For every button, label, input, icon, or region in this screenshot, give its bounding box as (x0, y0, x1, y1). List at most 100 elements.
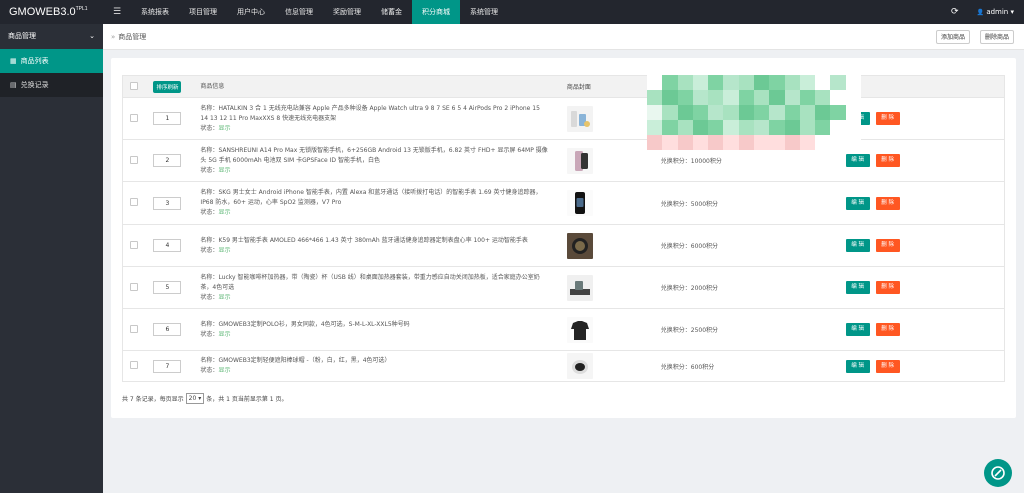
edit-button[interactable]: 编 辑 (845, 239, 870, 252)
sidebar-section-label: 商品管理 (8, 32, 36, 40)
sort-order-input[interactable]: 5 (153, 281, 182, 294)
select-all-checkbox[interactable] (129, 81, 138, 90)
delete-button[interactable]: 删 除 (875, 281, 900, 294)
mosaic-cell (662, 90, 678, 105)
refresh-icon[interactable]: ⟳ (951, 7, 959, 17)
goods-cover-image[interactable] (566, 147, 593, 174)
row-info-cell: 名称：SANSHREUNI A14 Pro Max 无锁版智能手机，6+256G… (190, 139, 556, 182)
delete-button[interactable]: 删 除 (875, 359, 900, 373)
floating-help-button[interactable] (984, 459, 1012, 487)
nav-item-projects[interactable]: 项目管理 (179, 0, 227, 24)
sort-order-input[interactable]: 2 (153, 154, 182, 167)
header-goods-cover: 商品封面 (555, 75, 631, 98)
row-cover-cell (555, 97, 631, 140)
edit-button[interactable]: 编 辑 (845, 281, 870, 294)
row-checkbox[interactable] (129, 113, 138, 122)
row-checkbox[interactable] (129, 155, 138, 164)
goods-cover-image[interactable] (566, 105, 593, 132)
goods-cover-image[interactable] (566, 190, 593, 216)
mosaic-cell (784, 135, 800, 150)
row-cover-cell (555, 266, 631, 309)
goods-name: 名称：SKG 男士女士 Android iPhone 智能手表，内置 Alexa… (200, 188, 547, 208)
edit-button[interactable]: 编 辑 (845, 359, 870, 373)
sort-order-input[interactable]: 7 (153, 359, 182, 373)
user-menu[interactable]: 👤 admin ▾ (977, 8, 1014, 16)
row-checkbox[interactable] (129, 282, 138, 291)
sort-order-input[interactable]: 1 (153, 112, 182, 125)
delete-button[interactable]: 删 除 (875, 112, 900, 125)
delete-button[interactable]: 删 除 (875, 154, 900, 167)
mosaic-cell (799, 120, 816, 135)
row-checkbox[interactable] (129, 198, 138, 206)
delete-button[interactable]: 删 除 (875, 239, 900, 252)
mosaic-cell (662, 105, 678, 120)
mosaic-cell (723, 105, 739, 120)
goods-cover-image[interactable] (566, 353, 593, 379)
sidebar-item-goods-list[interactable]: ▦ 商品列表 (0, 49, 103, 73)
mosaic-cell (769, 120, 785, 135)
row-select-cell (122, 350, 145, 382)
nav-item-info[interactable]: 信息管理 (275, 0, 323, 24)
goods-cover-image[interactable] (566, 316, 593, 343)
row-checkbox[interactable] (129, 240, 138, 249)
mosaic-cell (723, 135, 739, 150)
main-nav: 系统报表 项目管理 用户中心 信息管理 奖励管理 储蓄金 积分商城 系统管理 (131, 0, 508, 24)
mosaic-cell (815, 120, 831, 135)
goods-cover-image[interactable] (566, 232, 593, 259)
nav-item-rewards[interactable]: 奖励管理 (323, 0, 371, 24)
caret-down-icon: ▾ (1010, 8, 1014, 16)
status-prefix: 状态： (200, 209, 219, 216)
mosaic-cell (753, 105, 770, 120)
row-checkbox[interactable] (129, 324, 138, 333)
status-value: 显示 (218, 293, 231, 301)
row-cover-cell (555, 139, 631, 182)
mosaic-cell (815, 90, 831, 105)
row-info-cell: 名称：Lucky 智能咖啡杯加热器，带（陶瓷）杯（USB 线）和桌面加热器套装，… (190, 266, 556, 309)
delete-button[interactable]: 删 除 (875, 196, 900, 210)
edit-button[interactable]: 编 辑 (845, 323, 870, 336)
row-checkbox[interactable] (129, 361, 138, 369)
edit-button[interactable]: 编 辑 (845, 196, 870, 210)
nav-item-points-mall[interactable]: 积分商城 (412, 0, 460, 24)
delete-goods-button[interactable]: 删除商品 (980, 30, 1015, 44)
table-row: 3 名称：SKG 男士女士 Android iPhone 智能手表，内置 Alex… (122, 181, 1005, 225)
goods-status: 状态：显示 (200, 330, 547, 340)
goods-cover-image[interactable] (566, 274, 593, 301)
nav-item-system[interactable]: 系统管理 (460, 0, 508, 24)
row-select-cell (122, 308, 145, 351)
mosaic-cell (815, 135, 831, 150)
breadcrumb-current[interactable]: 商品管理 (118, 33, 146, 41)
user-icon: 👤 (976, 9, 985, 16)
goods-name-value: SANSHREUNI A14 Pro Max 无锁版智能手机，6+256GB A… (200, 146, 548, 164)
header-select-all[interactable] (122, 75, 145, 98)
status-value: 显示 (218, 124, 231, 132)
edit-button[interactable]: 编 辑 (845, 154, 870, 167)
row-sort-cell: 1 (144, 97, 191, 140)
sidebar-section-goods[interactable]: 商品管理 ⌄ (0, 24, 103, 49)
sort-order-input[interactable]: 3 (153, 196, 182, 210)
row-info-cell: 名称：GMOWEB3定制POLO衫，男女同款，4色可选，S-M-L-XL-XXL… (190, 308, 556, 351)
goods-name: 名称：HATALKIN 3 合 1 无线充电站兼容 Apple 产品多种设备 A… (200, 104, 547, 124)
nav-item-users[interactable]: 用户中心 (227, 0, 275, 24)
sidebar-item-redeem-records[interactable]: ▤ 兑换记录 (0, 73, 103, 97)
name-prefix: 名称： (200, 189, 219, 196)
nav-item-savings[interactable]: 储蓄金 (371, 0, 412, 24)
row-ops-cell: 编 辑删 除 (800, 266, 1005, 309)
mosaic-cell (830, 75, 846, 90)
row-sort-cell: 5 (144, 266, 191, 309)
sidebar-item-label: 商品列表 (20, 57, 49, 65)
app-logo[interactable]: GMOWEB3.0TPL1 (0, 6, 103, 18)
page-size-select[interactable]: 20 ▾ (185, 393, 205, 404)
mosaic-cell (799, 135, 816, 150)
add-goods-button[interactable]: 添加商品 (936, 30, 971, 44)
nav-item-reports[interactable]: 系统报表 (131, 0, 179, 24)
sort-order-input[interactable]: 6 (153, 323, 182, 336)
sort-refresh-button[interactable]: 排序刷新 (153, 80, 182, 93)
delete-button[interactable]: 删 除 (875, 323, 900, 336)
menu-toggle-icon[interactable]: ☰ (103, 7, 131, 17)
sort-order-input[interactable]: 4 (153, 239, 182, 252)
mosaic-cell (845, 135, 861, 150)
table-header-row: 排序刷新 商品信息 商品封面 兑 (122, 75, 1005, 98)
mosaic-cell (845, 75, 861, 90)
mosaic-cell (647, 105, 663, 120)
